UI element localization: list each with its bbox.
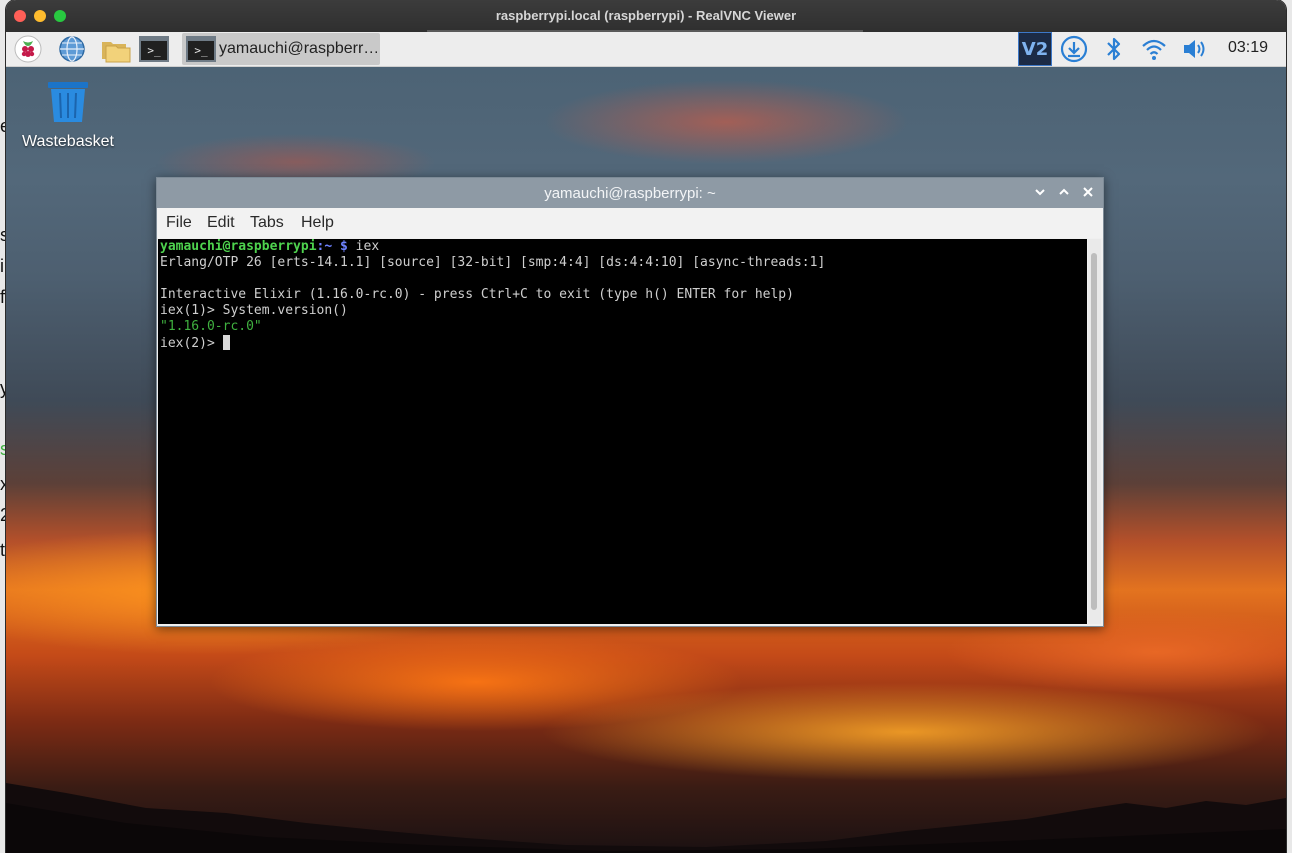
terminal-window: yamauchi@raspberrypi: ~ File Edit Tabs H…	[156, 177, 1104, 627]
volume-icon[interactable]	[1180, 35, 1208, 63]
mountain-silhouette	[6, 783, 1286, 853]
chevron-up-icon	[1059, 188, 1069, 195]
bluetooth-icon[interactable]	[1100, 35, 1128, 63]
terminal-titlebar[interactable]: yamauchi@raspberrypi: ~	[157, 178, 1103, 208]
scrollbar-thumb[interactable]	[1091, 253, 1097, 610]
raspberry-menu-icon[interactable]	[14, 35, 42, 63]
minimize-button[interactable]	[1031, 184, 1049, 202]
menu-help[interactable]: Help	[301, 214, 334, 232]
wifi-icon[interactable]	[1140, 35, 1168, 63]
terminal-line: Interactive Elixir (1.16.0-rc.0) - press…	[160, 287, 794, 302]
terminal-launcher-icon[interactable]: >_	[138, 35, 170, 63]
vnc-window-title: raspberrypi.local (raspberrypi) - RealVN…	[495, 8, 797, 23]
terminal-line: Erlang/OTP 26 [erts-14.1.1] [source] [32…	[160, 255, 826, 270]
vnc-titlebar[interactable]: raspberrypi.local (raspberrypi) - RealVN…	[6, 0, 1286, 34]
top-panel: >_ >_ yamauchi@raspberr… V2 03:19	[6, 32, 1286, 67]
file-manager-icon[interactable]	[100, 35, 132, 63]
maximize-button[interactable]	[1055, 184, 1073, 202]
web-browser-icon[interactable]	[58, 35, 86, 63]
wastebasket-desktop-icon[interactable]: Wastebasket	[20, 80, 116, 151]
menu-file[interactable]: File	[166, 214, 192, 232]
close-icon	[1083, 187, 1093, 197]
terminal-line: yamauchi@raspberrypi:~ $ iex	[160, 239, 380, 254]
vnc-server-icon[interactable]: V2	[1018, 32, 1052, 66]
terminal-menubar: File Edit Tabs Help	[157, 208, 1103, 238]
terminal-output[interactable]: yamauchi@raspberrypi:~ $ iex Erlang/OTP …	[158, 239, 1087, 624]
chevron-down-icon	[1035, 189, 1045, 196]
terminal-scrollbar[interactable]	[1088, 239, 1101, 624]
wastebasket-icon	[48, 82, 88, 122]
wastebasket-label: Wastebasket	[22, 133, 114, 150]
panel-clock[interactable]: 03:19	[1228, 39, 1268, 57]
taskbar-terminal-window[interactable]: >_ yamauchi@raspberr…	[182, 33, 380, 65]
updates-download-icon[interactable]	[1060, 35, 1088, 63]
terminal-line: "1.16.0-rc.0"	[160, 319, 262, 334]
terminal-line: iex(1)> System.version()	[160, 303, 348, 318]
terminal-window-title: yamauchi@raspberrypi: ~	[544, 185, 716, 202]
taskbar-window-label: yamauchi@raspberr…	[219, 40, 377, 57]
menu-tabs[interactable]: Tabs	[250, 214, 284, 232]
menu-edit[interactable]: Edit	[207, 214, 235, 232]
text-cursor	[222, 335, 230, 350]
terminal-prompt-line: iex(2)>	[160, 335, 230, 352]
terminal-icon: >_	[186, 36, 216, 62]
close-button[interactable]	[1079, 184, 1097, 202]
